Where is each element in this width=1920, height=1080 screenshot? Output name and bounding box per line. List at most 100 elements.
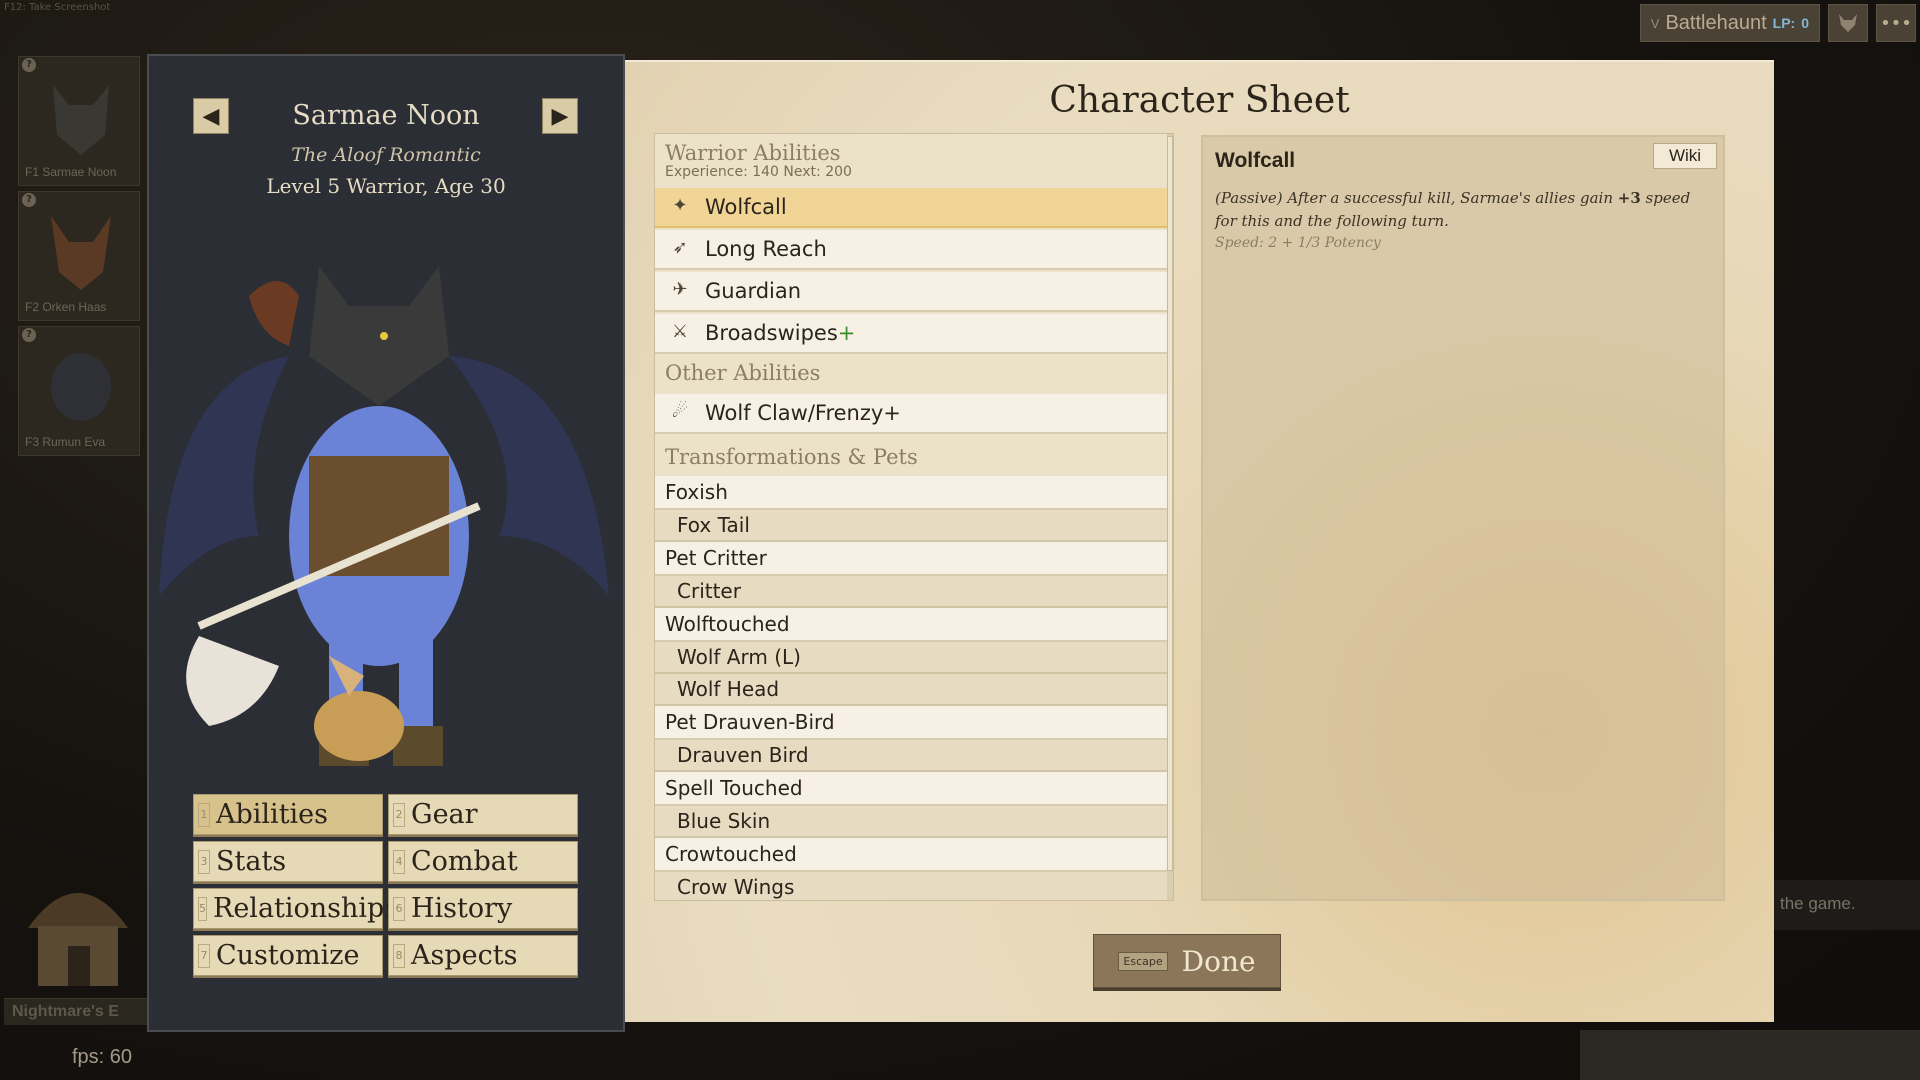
wolf-portrait-button[interactable] <box>1828 4 1868 42</box>
other-abilities-heading: Other Abilities <box>655 354 1173 392</box>
party-member[interactable]: ? F1 Sarmae Noon <box>18 56 140 186</box>
menu-label: Gear <box>411 799 478 830</box>
menu-abilities-button[interactable]: 1 Abilities <box>193 794 383 835</box>
side-message: the game. <box>1774 880 1920 930</box>
warrior-heading-text: Warrior Abilities <box>665 141 841 165</box>
ability-label: Broadswipes+ <box>705 321 855 345</box>
ability-label: Wolf Claw/Frenzy+ <box>705 401 901 425</box>
ellipsis-icon: ••• <box>1880 12 1912 34</box>
spear-icon: ➶ <box>672 237 688 258</box>
menu-label: Relationships <box>213 893 399 924</box>
transformation-subitem[interactable]: Blue Skin <box>655 806 1168 838</box>
character-epithet: The Aloof Romantic <box>291 144 481 166</box>
menu-key: 4 <box>393 849 405 874</box>
menu-label: History <box>411 893 513 924</box>
list-scrollbar[interactable] <box>1167 134 1173 900</box>
menu-key: 7 <box>198 943 210 968</box>
character-name: Sarmae Noon <box>292 100 480 131</box>
menu-relationships-button[interactable]: 5 Relationships <box>193 888 398 929</box>
detail-description: (Passive) After a successful kill, Sarma… <box>1215 187 1705 233</box>
ability-guardian[interactable]: ✈ Guardian <box>655 272 1168 312</box>
menu-label: Customize <box>216 940 360 971</box>
menu-label: Abilities <box>216 799 329 830</box>
menu-key: 5 <box>198 896 207 921</box>
transformation-item[interactable]: Spell Touched <box>655 772 1168 806</box>
transformation-subitem[interactable]: Fox Tail <box>655 510 1168 542</box>
shield-guard-icon: ✈ <box>672 279 688 300</box>
ability-broadswipes[interactable]: ⚔ Broadswipes+ <box>655 314 1168 354</box>
ability-long-reach[interactable]: ➶ Long Reach <box>655 230 1168 270</box>
menu-combat-button[interactable]: 4 Combat <box>388 841 578 882</box>
detail-title: Wolfcall <box>1215 149 1296 172</box>
detail-potency-note: Speed: 2 + 1/3 Potency <box>1215 235 1381 251</box>
bottom-right-block <box>1580 1030 1920 1080</box>
hut-illustration <box>28 893 128 986</box>
menu-label: Combat <box>411 846 518 877</box>
wolf-howl-icon: ✦ <box>672 195 688 216</box>
menu-label: Stats <box>216 846 287 877</box>
party-member[interactable]: ? F3 Rumun Eva <box>18 326 140 456</box>
escape-key-hint: Escape <box>1118 951 1168 971</box>
detail-desc-bonus: +3 <box>1617 189 1641 207</box>
menu-key: 2 <box>393 802 405 827</box>
transformation-subitem[interactable]: Crow Wings <box>655 872 1168 900</box>
ability-wolf-claw[interactable]: ☄ Wolf Claw/Frenzy+ <box>655 394 1168 434</box>
transformations-heading: Transformations & Pets <box>655 438 1173 476</box>
lp-value: 0 <box>1801 15 1809 31</box>
detail-desc-a: (Passive) After a successful kill, Sarma… <box>1215 189 1618 207</box>
ability-label: Wolfcall <box>705 195 787 219</box>
sword-swipe-icon: ⚔ <box>671 321 689 342</box>
fps-counter: fps: 60 <box>72 1046 133 1068</box>
transformation-subitem[interactable]: Wolf Head <box>655 674 1168 706</box>
transformation-item[interactable]: Pet Drauven-Bird <box>655 706 1168 740</box>
wiki-button[interactable]: Wiki <box>1653 143 1717 169</box>
menu-history-button[interactable]: 6 History <box>388 888 578 929</box>
party-name: F3 Rumun Eva <box>25 435 106 449</box>
more-menu-button[interactable]: ••• <box>1876 4 1916 42</box>
experience-text: Experience: 140 Next: 200 <box>665 164 852 180</box>
menu-label: Aspects <box>411 940 518 971</box>
battlehaunt-key: V <box>1650 15 1660 31</box>
wolf-head-icon <box>1839 14 1857 32</box>
party-member[interactable]: ? F2 Orken Haas <box>18 191 140 321</box>
party-name: F2 Orken Haas <box>25 300 107 314</box>
menu-key: 1 <box>198 802 210 827</box>
ability-wolfcall[interactable]: ✦ Wolfcall <box>655 188 1168 228</box>
scrollbar-thumb[interactable] <box>1167 136 1173 872</box>
transformation-item[interactable]: Wolftouched <box>655 608 1168 642</box>
done-label: Done <box>1181 944 1256 978</box>
battlehaunt-label: Battlehaunt <box>1665 11 1767 34</box>
transformation-item[interactable]: Pet Critter <box>655 542 1168 576</box>
transformation-item[interactable]: Foxish <box>655 476 1168 510</box>
ability-label: Long Reach <box>705 237 827 261</box>
transformation-subitem[interactable]: Drauven Bird <box>655 740 1168 772</box>
character-panel: ◀ ▶ Sarmae Noon The Aloof Romantic Level… <box>147 54 625 1032</box>
battlehaunt-button[interactable]: V Battlehaunt LP: 0 <box>1639 4 1820 42</box>
party-name: F1 Sarmae Noon <box>25 165 117 179</box>
character-level: Level 5 Warrior, Age 30 <box>266 174 506 198</box>
menu-gear-button[interactable]: 2 Gear <box>388 794 578 835</box>
fox-portrait-icon <box>51 216 111 290</box>
character-portrait <box>159 266 609 766</box>
ability-label: Guardian <box>705 279 802 303</box>
sheet-title: Character Sheet <box>1049 80 1350 121</box>
menu-key: 6 <box>393 896 405 921</box>
top-bar: V Battlehaunt LP: 0 ••• <box>1639 2 1920 44</box>
ability-detail-pane: Wolfcall Wiki (Passive) After a successf… <box>1201 135 1725 901</box>
transformation-subitem[interactable]: Critter <box>655 576 1168 608</box>
crow-portrait-icon <box>51 353 111 421</box>
menu-key: 3 <box>198 849 210 874</box>
menu-key: 8 <box>393 943 405 968</box>
done-button[interactable]: Escape Done <box>1093 934 1281 988</box>
claw-icon: ☄ <box>671 401 689 422</box>
menu-stats-button[interactable]: 3 Stats <box>193 841 383 882</box>
upgrade-plus: + <box>837 321 856 345</box>
menu-aspects-button[interactable]: 8 Aspects <box>388 935 578 976</box>
warrior-abilities-heading: Warrior Abilities Experience: 140 Next: … <box>655 134 1173 186</box>
wolf-portrait-icon <box>53 85 109 155</box>
transformation-subitem[interactable]: Wolf Arm (L) <box>655 642 1168 674</box>
transformation-item[interactable]: Crowtouched <box>655 838 1168 872</box>
character-menu: 1 Abilities 2 Gear 3 Stats 4 Combat 5 Re… <box>193 794 578 976</box>
menu-customize-button[interactable]: 7 Customize <box>193 935 383 976</box>
screenshot-hint: F12: Take Screenshot <box>4 2 111 13</box>
